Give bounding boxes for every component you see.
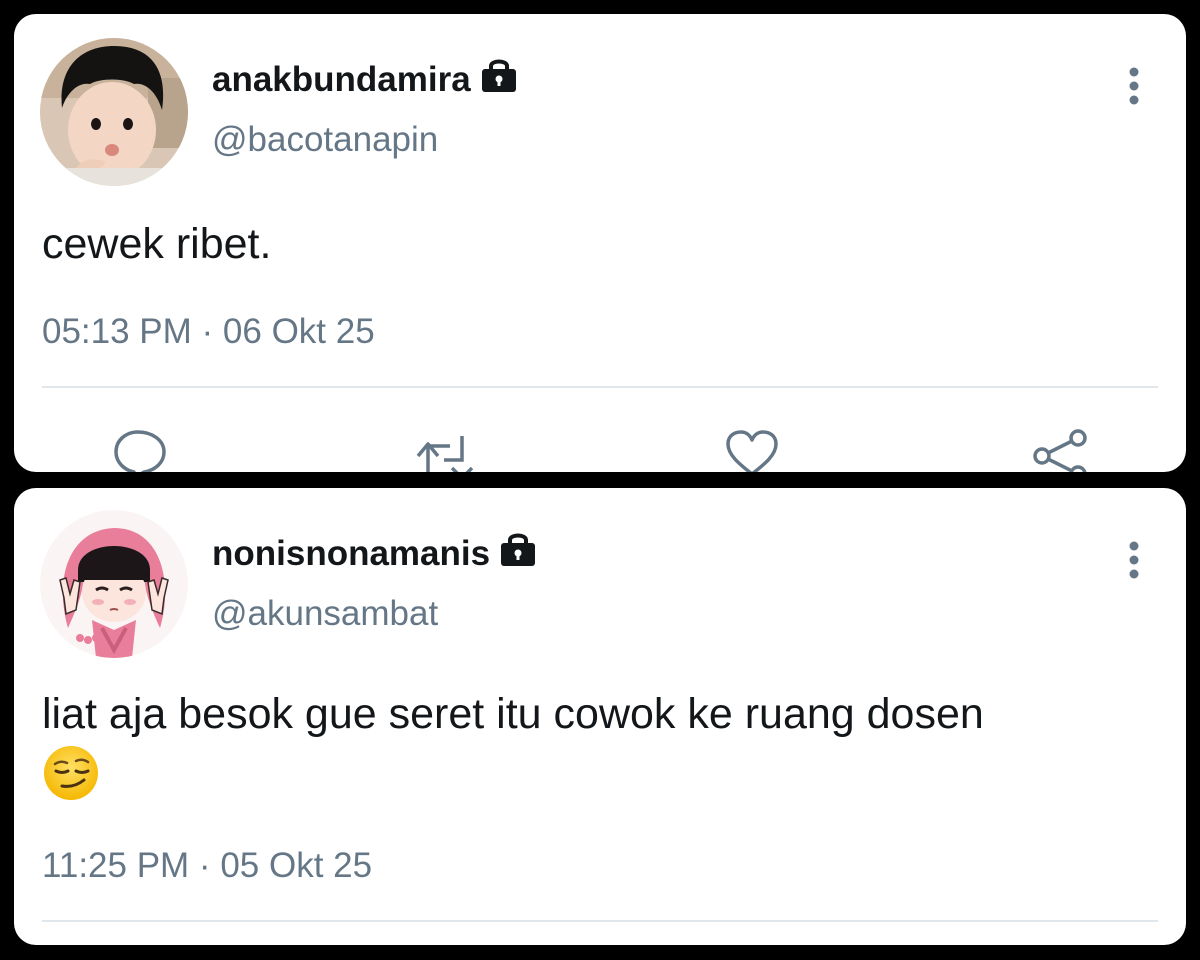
- handle[interactable]: @akunsambat: [212, 594, 438, 634]
- more-options-icon[interactable]: [1128, 66, 1140, 106]
- lock-icon: [498, 530, 538, 577]
- lock-icon: [479, 56, 519, 103]
- avatar-photo: [40, 38, 188, 186]
- share-icon[interactable]: [1030, 428, 1087, 472]
- handle[interactable]: @bacotanapin: [212, 120, 438, 160]
- display-name-text: nonisnonamanis: [212, 533, 491, 573]
- smirking-face-icon: [42, 744, 100, 818]
- timestamp[interactable]: 05:13 PM · 06 Okt 25: [42, 312, 375, 352]
- display-name[interactable]: nonisnonamanis: [212, 530, 538, 577]
- divider: [42, 386, 1158, 388]
- avatar[interactable]: [40, 38, 188, 186]
- avatar[interactable]: [40, 510, 188, 658]
- tweet-card[interactable]: nonisnonamanis @akunsambat liat aja beso…: [14, 488, 1186, 945]
- tweet-text: cewek ribet.: [42, 220, 272, 268]
- avatar-illustration: [40, 510, 188, 658]
- divider: [42, 920, 1158, 922]
- more-options-icon[interactable]: [1128, 540, 1140, 580]
- retweet-icon[interactable]: [414, 428, 474, 472]
- timestamp[interactable]: 11:25 PM · 05 Okt 25: [42, 846, 372, 886]
- display-name-text: anakbundamira: [212, 59, 471, 99]
- tweet-text-content: liat aja besok gue seret itu cowok ke ru…: [42, 690, 984, 738]
- like-icon[interactable]: [724, 428, 780, 472]
- reply-icon[interactable]: [112, 428, 168, 472]
- display-name[interactable]: anakbundamira: [212, 56, 519, 103]
- tweet-card[interactable]: anakbundamira @bacotanapin cewek ribet. …: [14, 14, 1186, 472]
- tweet-text: liat aja besok gue seret itu cowok ke ru…: [42, 684, 1166, 818]
